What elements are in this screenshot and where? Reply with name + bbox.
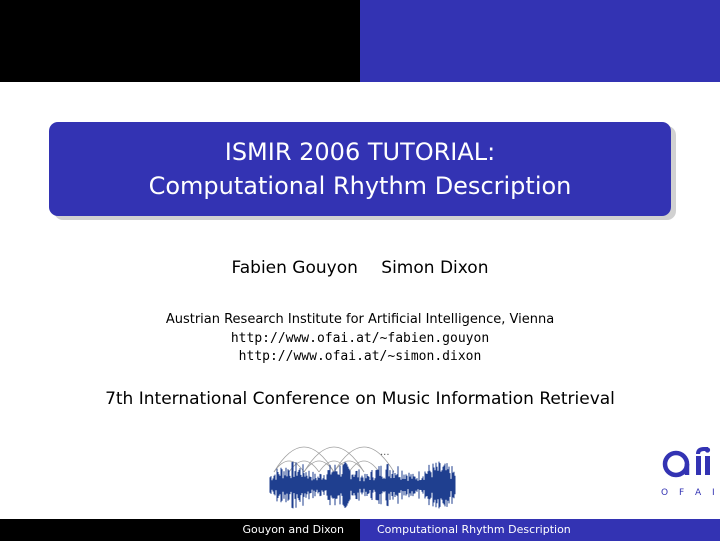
footer-left: Gouyon and Dixon bbox=[0, 519, 360, 541]
ofai-logo: O F A I bbox=[661, 447, 714, 498]
affiliation: Austrian Research Institute for Artifici… bbox=[165, 312, 555, 327]
footer-right: Computational Rhythm Description bbox=[360, 519, 720, 541]
footer-authors: Gouyon and Dixon bbox=[242, 523, 344, 536]
header-bar-right bbox=[360, 0, 720, 82]
logo-o-shape bbox=[662, 450, 690, 478]
author-1: Fabien Gouyon bbox=[231, 258, 358, 278]
title-line-1: ISMIR 2006 TUTORIAL: bbox=[224, 138, 496, 166]
title-line-2: Computational Rhythm Description bbox=[148, 172, 572, 200]
title-block: ISMIR 2006 TUTORIAL: Computational Rhyth… bbox=[49, 122, 671, 216]
waveform-illustration: ... bbox=[269, 446, 456, 509]
conference-name: 7th International Conference on Music In… bbox=[105, 389, 615, 409]
header-bar-left bbox=[0, 0, 360, 82]
ellipsis-text: ... bbox=[380, 447, 390, 458]
waveform-bars bbox=[269, 461, 456, 509]
authors: Fabien Gouyon Simon Dixon bbox=[0, 258, 720, 278]
footer-title: Computational Rhythm Description bbox=[377, 523, 571, 536]
url-simon[interactable]: http://www.ofai.at/~simon.dixon bbox=[0, 349, 720, 364]
logo-text: O F A I bbox=[661, 488, 714, 498]
logo-i-shape bbox=[705, 456, 710, 475]
author-2: Simon Dixon bbox=[381, 258, 489, 278]
url-fabien[interactable]: http://www.ofai.at/~fabien.gouyon bbox=[0, 331, 720, 346]
